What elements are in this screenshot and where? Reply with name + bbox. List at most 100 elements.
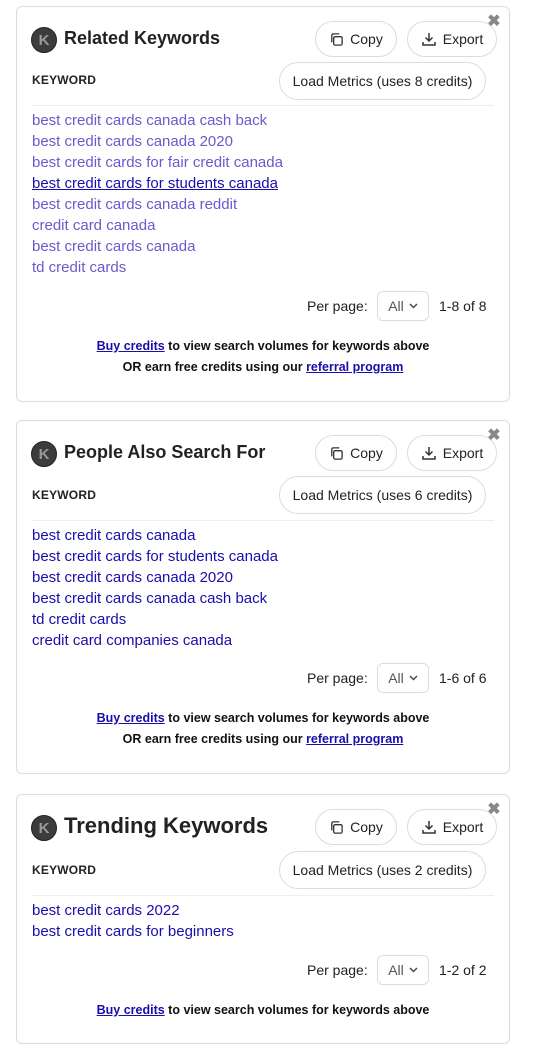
keyword-link[interactable]: best credit cards canada 2020 [32,133,233,150]
list-item: best credit cards canada 2020 [32,131,283,152]
keyword-link[interactable]: best credit cards for students canada [32,175,278,192]
list-item: best credit cards canada cash back [32,110,283,131]
keyword-link[interactable]: best credit cards for beginners [32,923,234,940]
divider [32,895,494,896]
download-icon [422,33,436,46]
copy-button[interactable]: Copy [315,435,397,471]
copy-button[interactable]: Copy [315,21,397,57]
copy-label: Copy [350,31,383,47]
per-page-label: Per page: [307,298,368,314]
list-item: td credit cards [32,257,283,278]
list-item: best credit cards for beginners [32,921,234,942]
load-metrics-button[interactable]: Load Metrics (uses 2 credits) [279,851,486,889]
keyword-link[interactable]: credit card canada [32,217,155,234]
buy-credits-note: Buy credits to view search volumes for k… [96,711,430,725]
export-button[interactable]: Export [407,21,497,57]
list-item: best credit cards canada [32,525,278,546]
keyword-link[interactable]: best credit cards canada [32,238,195,255]
referral-program-link[interactable]: referral program [306,360,403,374]
chevron-down-icon [409,967,418,973]
divider [32,105,494,106]
keyword-link[interactable]: best credit cards canada [32,527,195,544]
keyword-link[interactable]: best credit cards for students canada [32,548,278,565]
list-item: best credit cards for fair credit canada [32,152,283,173]
pagination-range: 1-6 of 6 [439,670,487,686]
list-item: credit card canada [32,215,283,236]
buy-credits-link[interactable]: Buy credits [97,711,165,725]
keyword-column-header: KEYWORD [32,863,97,877]
keyword-link[interactable]: td credit cards [32,259,126,276]
keyword-link[interactable]: best credit cards canada reddit [32,196,237,213]
related-keywords-panel: K Related Keywords Copy Export ✖ KEYWORD… [16,6,510,402]
per-page-value: All [388,670,404,686]
close-icon[interactable]: ✖ [487,428,501,444]
keyword-column-header: KEYWORD [32,488,97,502]
panel-title: Related Keywords [64,28,221,48]
per-page-value: All [388,962,404,978]
chevron-down-icon [409,675,418,681]
export-label: Export [442,445,484,461]
referral-note: OR earn free credits using our referral … [122,360,404,374]
per-page-value: All [388,298,404,314]
per-page-label: Per page: [307,962,368,978]
keyword-column-header: KEYWORD [32,73,97,87]
copy-icon [331,446,343,460]
keyword-link[interactable]: best credit cards canada cash back [32,590,267,607]
copy-button[interactable]: Copy [315,809,397,845]
keyword-link[interactable]: best credit cards for fair credit canada [32,154,283,171]
download-icon [422,821,436,834]
pagination-range: 1-2 of 2 [439,962,487,978]
export-button[interactable]: Export [407,435,497,471]
list-item: td credit cards [32,609,278,630]
keyword-list: best credit cards 2022 best credit cards… [32,900,234,942]
pagination-range: 1-8 of 8 [439,298,487,314]
load-metrics-button[interactable]: Load Metrics (uses 8 credits) [279,62,486,100]
referral-note: OR earn free credits using our referral … [122,732,404,746]
per-page-select[interactable]: All [377,663,429,693]
per-page-select[interactable]: All [377,291,429,321]
export-button[interactable]: Export [407,809,497,845]
copy-icon [331,820,343,834]
keyword-list: best credit cards canada cash back best … [32,110,283,278]
export-label: Export [442,31,484,47]
panel-title: Trending Keywords [64,813,269,838]
panel-header: K People Also Search For Copy Export [31,435,509,475]
download-icon [422,447,436,460]
keyword-link[interactable]: td credit cards [32,611,126,628]
keyword-link[interactable]: credit card companies canada [32,632,232,649]
list-item: best credit cards for students canada [32,546,278,567]
keywords-everywhere-logo: K [31,815,57,841]
chevron-down-icon [409,303,418,309]
list-item: best credit cards canada 2020 [32,567,278,588]
keywords-everywhere-logo: K [31,27,57,53]
keyword-link[interactable]: best credit cards 2022 [32,902,180,919]
per-page-select[interactable]: All [377,955,429,985]
divider [32,520,494,521]
buy-credits-link[interactable]: Buy credits [97,339,165,353]
copy-label: Copy [350,819,383,835]
list-item: best credit cards canada cash back [32,588,278,609]
copy-icon [331,32,343,46]
list-item: best credit cards for students canada [32,173,283,194]
list-item: credit card companies canada [32,630,278,651]
panel-header: K Related Keywords Copy Export [31,21,509,61]
export-label: Export [442,819,484,835]
list-item: best credit cards canada [32,236,283,257]
copy-label: Copy [350,445,383,461]
people-also-search-panel: K People Also Search For Copy Export ✖ K… [16,420,510,774]
keyword-link[interactable]: best credit cards canada cash back [32,112,267,129]
list-item: best credit cards 2022 [32,900,234,921]
keywords-everywhere-logo: K [31,441,57,467]
keyword-link[interactable]: best credit cards canada 2020 [32,569,233,586]
close-icon[interactable]: ✖ [487,802,501,818]
load-metrics-button[interactable]: Load Metrics (uses 6 credits) [279,476,486,514]
referral-program-link[interactable]: referral program [306,732,403,746]
trending-keywords-panel: K Trending Keywords Copy Export ✖ KEYWOR… [16,794,510,1044]
panel-header: K Trending Keywords Copy Export [31,809,509,849]
panel-title: People Also Search For [64,442,266,462]
keyword-list: best credit cards canada best credit car… [32,525,278,651]
list-item: best credit cards canada reddit [32,194,283,215]
close-icon[interactable]: ✖ [487,14,501,30]
buy-credits-link[interactable]: Buy credits [97,1003,165,1017]
per-page-label: Per page: [307,670,368,686]
